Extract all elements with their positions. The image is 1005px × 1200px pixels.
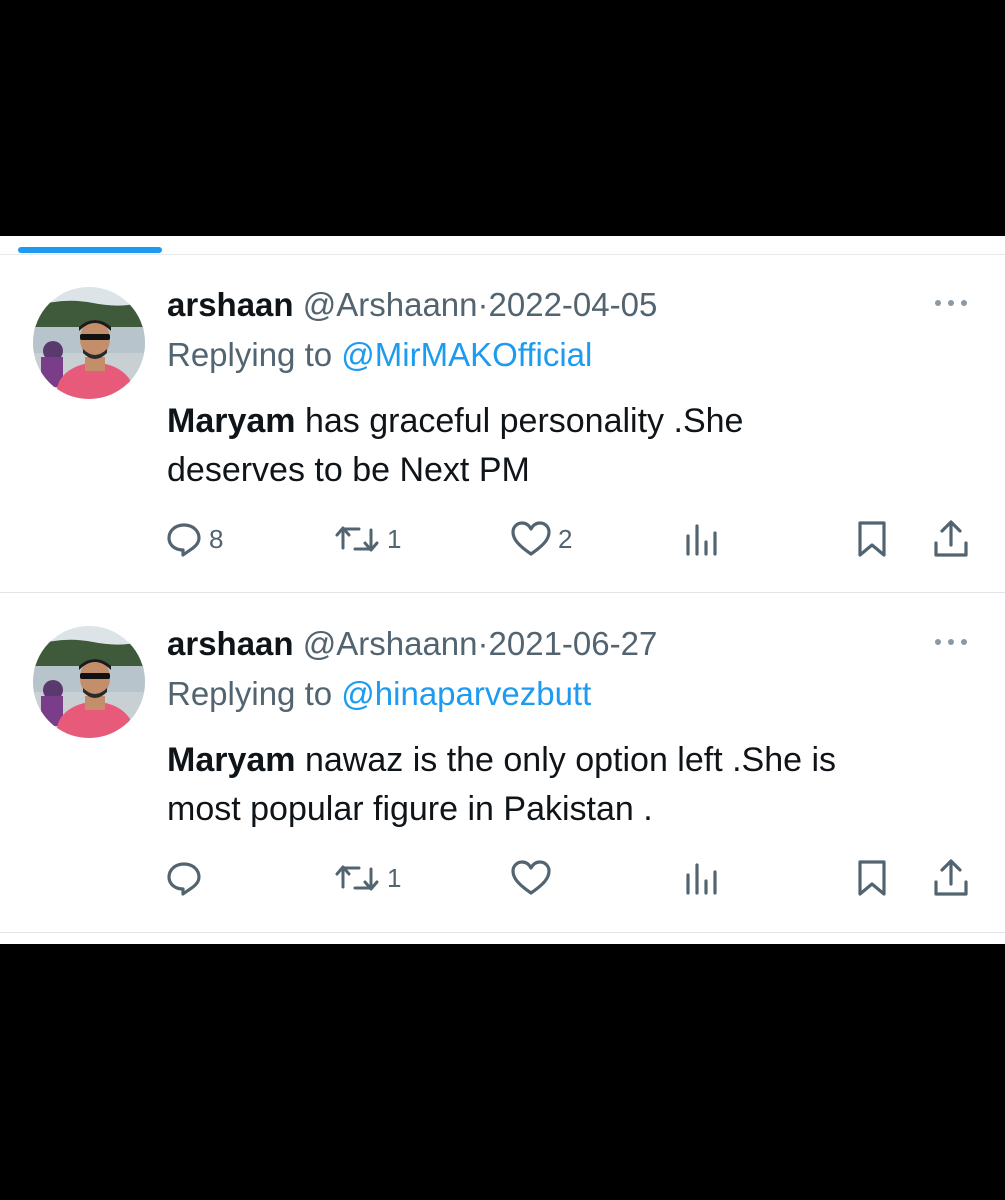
bookmark-icon	[858, 521, 886, 557]
reply-button[interactable]	[165, 855, 209, 901]
tweet-date[interactable]: 2021-06-27	[489, 625, 658, 662]
replying-handle-link[interactable]: @hinaparvezbutt	[341, 675, 591, 712]
reply-button[interactable]: 8	[165, 516, 223, 562]
heart-icon	[511, 860, 551, 895]
speech-bubble-icon	[167, 523, 201, 557]
speech-bubble-icon	[167, 862, 201, 896]
tweet-list-panel: arshaan @Arshaann·2022-04-05 Replying to…	[0, 236, 1005, 944]
tweet-text: Maryam nawaz is the only option left .Sh…	[167, 736, 967, 834]
tweet-text-bold: Maryam	[167, 741, 296, 779]
replying-handle-link[interactable]: @MirMAKOfficial	[341, 336, 592, 373]
retweet-arrows-icon	[335, 526, 379, 552]
display-name[interactable]: arshaan	[167, 286, 294, 323]
retweet-button[interactable]: 1	[333, 516, 401, 562]
share-upload-icon	[934, 520, 968, 557]
share-button[interactable]	[932, 855, 970, 901]
tweet-text-bold: Maryam	[167, 402, 296, 440]
replying-to: Replying to @MirMAKOfficial	[167, 335, 592, 375]
tweet-text-line: deserves to be Next PM	[167, 451, 530, 489]
avatar[interactable]	[33, 626, 145, 738]
replying-label: Replying to	[167, 675, 333, 712]
tweet-text-line: most popular figure in Pakistan .	[167, 790, 653, 828]
active-tab-indicator	[18, 247, 162, 253]
heart-icon	[511, 521, 551, 556]
bookmark-button[interactable]	[856, 516, 888, 562]
views-button[interactable]	[684, 855, 720, 901]
retweet-count: 1	[387, 524, 402, 554]
tweet-header: arshaan @Arshaann·2022-04-05	[167, 285, 657, 325]
like-button[interactable]	[510, 855, 558, 901]
share-upload-icon	[934, 859, 968, 896]
ellipsis-icon[interactable]	[931, 293, 971, 313]
views-button[interactable]	[684, 516, 720, 562]
retweet-arrows-icon	[335, 865, 379, 891]
tweet-divider	[0, 932, 1005, 933]
share-button[interactable]	[932, 516, 970, 562]
tweet-actions: 1	[0, 855, 1005, 901]
tweet-text-line: nawaz is the only option left .She is	[295, 741, 837, 779]
like-count: 2	[558, 524, 573, 554]
reply-count: 8	[209, 524, 224, 554]
bar-chart-icon	[686, 524, 717, 556]
retweet-count: 1	[387, 863, 402, 893]
user-handle[interactable]: @Arshaann	[303, 625, 478, 662]
tweet-text-line: has graceful personality .She	[295, 402, 744, 440]
tweet-date[interactable]: 2022-04-05	[489, 286, 658, 323]
avatar[interactable]	[33, 287, 145, 399]
replying-label: Replying to	[167, 336, 333, 373]
separator-dot: ·	[477, 625, 489, 662]
bookmark-icon	[858, 860, 886, 896]
tweet-text: Maryam has graceful personality .She des…	[167, 397, 967, 495]
tweet-divider	[0, 592, 1005, 593]
tweet-actions: 8 1 2	[0, 516, 1005, 562]
user-handle[interactable]: @Arshaann	[303, 286, 478, 323]
divider	[0, 254, 1005, 255]
ellipsis-icon[interactable]	[931, 632, 971, 652]
like-button[interactable]: 2	[510, 516, 572, 562]
bookmark-button[interactable]	[856, 855, 888, 901]
separator-dot: ·	[477, 286, 489, 323]
tweet-header: arshaan @Arshaann·2021-06-27	[167, 624, 657, 664]
bar-chart-icon	[686, 863, 717, 895]
retweet-button[interactable]: 1	[333, 855, 401, 901]
replying-to: Replying to @hinaparvezbutt	[167, 674, 591, 714]
display-name[interactable]: arshaan	[167, 625, 294, 662]
